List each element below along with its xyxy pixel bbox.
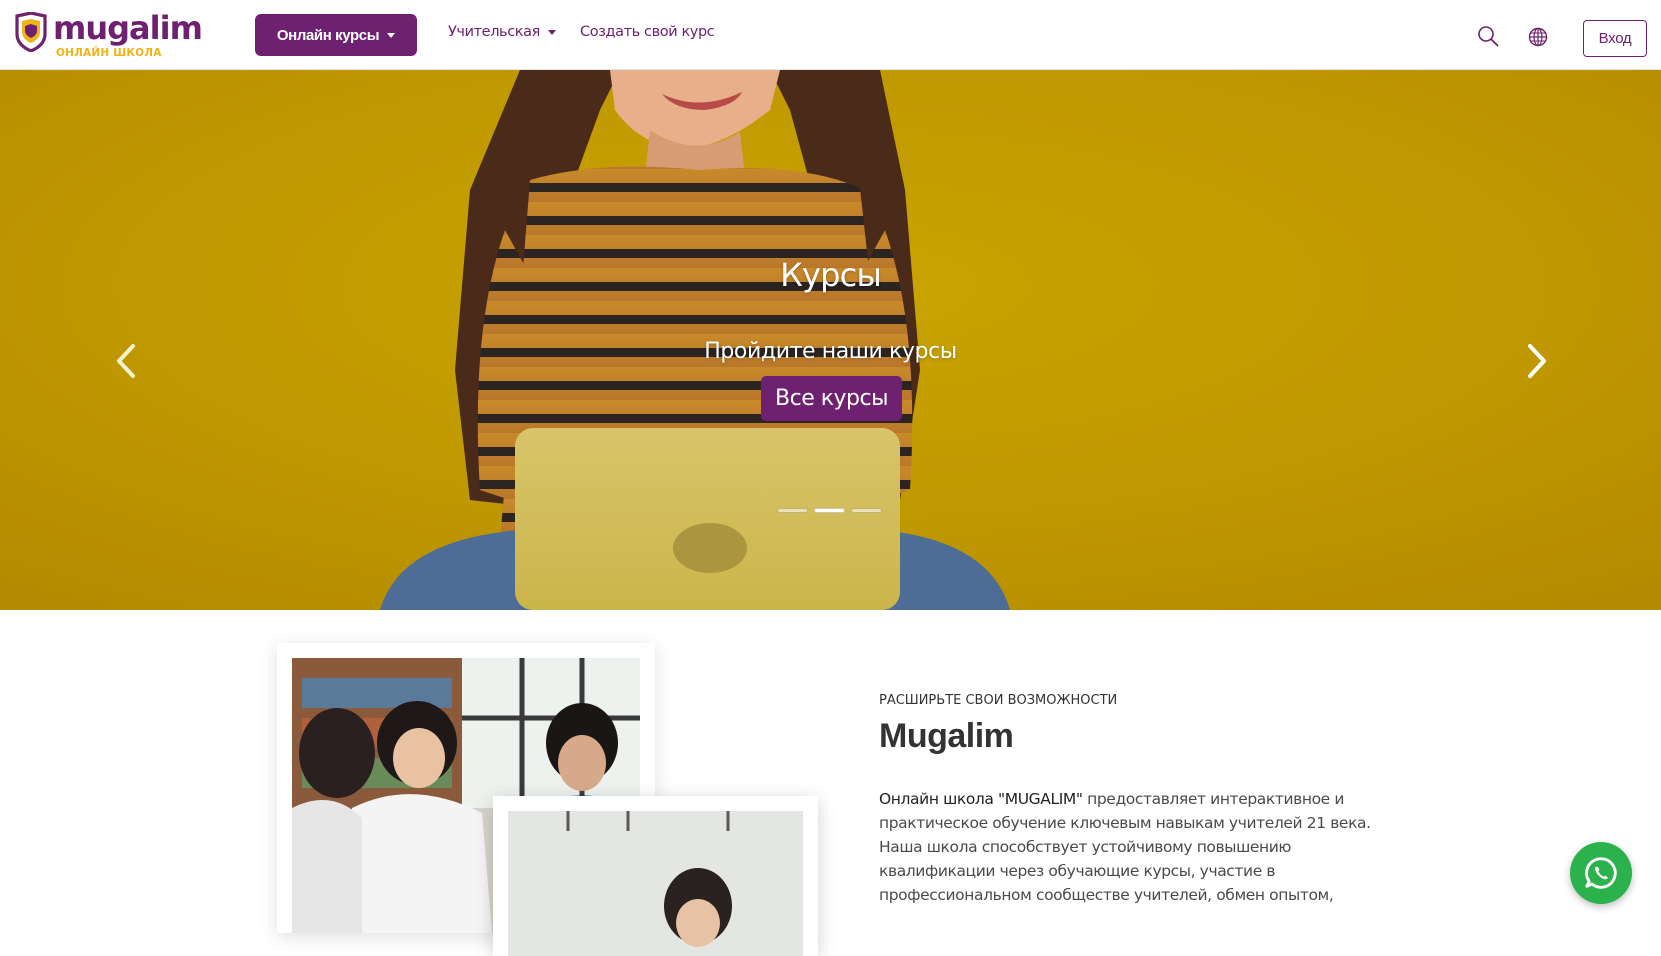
hero-subtitle: Пройдите наши курсы bbox=[704, 339, 957, 364]
whatsapp-icon bbox=[1585, 857, 1617, 889]
carousel-next-button[interactable] bbox=[1520, 338, 1554, 384]
search-icon bbox=[1478, 26, 1499, 47]
chevron-down-icon bbox=[547, 29, 556, 35]
hero-title: Курсы bbox=[780, 256, 882, 294]
globe-icon bbox=[1528, 27, 1548, 47]
online-courses-label: Онлайн курсы bbox=[276, 26, 380, 44]
carousel-indicators bbox=[777, 508, 882, 513]
chevron-right-icon bbox=[1528, 344, 1546, 378]
carousel-indicator-3[interactable] bbox=[851, 508, 882, 513]
login-button[interactable]: Вход bbox=[1583, 20, 1647, 57]
all-courses-button[interactable]: Все курсы bbox=[761, 376, 902, 421]
chevron-left-icon bbox=[117, 344, 135, 378]
whatsapp-chat-button[interactable] bbox=[1570, 842, 1632, 904]
hero-carousel: Курсы Пройдите наши курсы Все курсы bbox=[0, 70, 1661, 610]
about-paragraph: Онлайн школа "MUGALIM" предоставляет инт… bbox=[879, 787, 1379, 907]
carousel-prev-button[interactable] bbox=[109, 338, 143, 384]
online-courses-dropdown-button[interactable]: Онлайн курсы bbox=[255, 14, 417, 56]
teacher-photo-frame bbox=[493, 796, 818, 956]
carousel-indicator-1[interactable] bbox=[777, 508, 808, 513]
site-header: mugalim ОНЛАЙН ШКОЛА Онлайн курсы Учител… bbox=[0, 0, 1661, 70]
carousel-indicator-2[interactable] bbox=[814, 508, 845, 513]
chevron-down-icon bbox=[387, 32, 396, 38]
teacher-photo bbox=[508, 811, 803, 956]
language-button[interactable] bbox=[1528, 27, 1550, 49]
logo-tagline: ОНЛАЙН ШКОЛА bbox=[56, 47, 162, 59]
about-lead: Онлайн школа "MUGALIM" bbox=[879, 790, 1083, 808]
section-kicker: РАСШИРЬТЕ СВОИ ВОЗМОЖНОСТИ bbox=[879, 693, 1118, 708]
nav-teacher-dropdown[interactable]: Учительская bbox=[448, 24, 556, 40]
section-title: Mugalim bbox=[879, 717, 1014, 755]
logo[interactable]: mugalim ОНЛАЙН ШКОЛА bbox=[15, 10, 203, 62]
nav-teacher-label: Учительская bbox=[448, 24, 540, 40]
shield-logo-icon bbox=[15, 12, 47, 52]
search-button[interactable] bbox=[1477, 25, 1499, 47]
nav-create-course-link[interactable]: Создать свой курс bbox=[580, 24, 715, 40]
logo-wordmark: mugalim bbox=[53, 9, 203, 47]
